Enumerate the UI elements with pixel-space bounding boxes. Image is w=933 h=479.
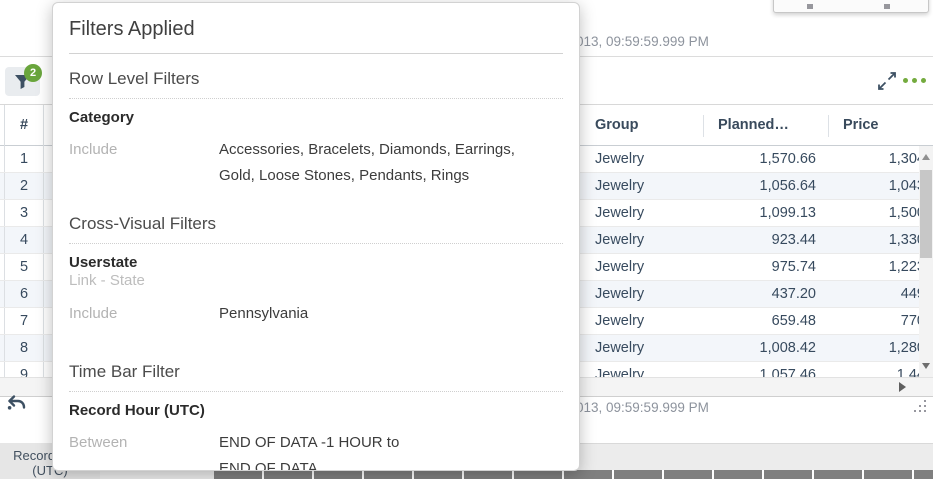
vertical-scrollbar-thumb[interactable]	[920, 170, 932, 258]
filter-operator: Include	[69, 301, 219, 327]
planned-cell: 1,570.66	[690, 146, 816, 172]
app-window: 013, 09:59:59.999 PM 2 # Group Planned… …	[0, 0, 933, 479]
popover-title: Filters Applied	[69, 15, 563, 43]
filter-field-name: Category	[69, 108, 563, 127]
price-cell: 1,223	[830, 254, 919, 280]
ellipsis-icon	[921, 78, 926, 83]
row-index-cell: 6	[4, 281, 44, 307]
undo-button[interactable]	[5, 393, 29, 417]
divider	[69, 391, 563, 392]
price-cell: 1,330	[830, 227, 919, 253]
filter-value: Pennsylvania	[219, 301, 554, 327]
maximize-button[interactable]	[876, 70, 898, 92]
planned-cell: 1,099.13	[690, 200, 816, 226]
row-index-cell: 2	[4, 173, 44, 199]
row-index-cell: 8	[4, 335, 44, 361]
row-index-cell: 4	[4, 227, 44, 253]
divider	[69, 243, 563, 244]
scroll-right-icon[interactable]	[899, 382, 906, 392]
group-cell: Jewelry	[581, 362, 701, 377]
price-cell: 1,043	[830, 173, 919, 199]
group-cell: Jewelry	[581, 308, 701, 334]
scroll-up-icon[interactable]	[922, 154, 930, 160]
price-cell: 1,44	[830, 362, 919, 377]
divider	[69, 98, 563, 99]
row-index-cell: 9	[4, 362, 44, 377]
column-header-group[interactable]: Group	[595, 105, 639, 147]
divider	[69, 53, 563, 54]
filter-operator: Between	[69, 430, 219, 471]
time-range-end-label: 013, 09:59:59.999 PM	[576, 34, 709, 49]
price-cell: 770	[830, 308, 919, 334]
group-cell: Jewelry	[581, 335, 701, 361]
price-cell: 449	[830, 281, 919, 307]
expand-icon	[876, 70, 898, 92]
section-heading-time-bar: Time Bar Filter	[69, 361, 563, 383]
ellipsis-icon	[903, 78, 908, 83]
row-index-cell: 3	[4, 200, 44, 226]
group-cell: Jewelry	[581, 173, 701, 199]
toolbar-fragment	[773, 0, 929, 13]
resize-grip-icon[interactable]	[914, 400, 928, 414]
filter-field-name: Userstate	[69, 253, 563, 272]
group-cell: Jewelry	[581, 254, 701, 280]
column-header-price[interactable]: Price	[843, 105, 878, 147]
planned-cell: 1,056.64	[690, 173, 816, 199]
group-cell: Jewelry	[581, 227, 701, 253]
group-cell: Jewelry	[581, 281, 701, 307]
group-cell: Jewelry	[581, 200, 701, 226]
section-heading-row-level: Row Level Filters	[69, 68, 563, 90]
filter-value: END OF DATA -1 HOUR to END OF DATA	[219, 430, 554, 471]
planned-cell: 1,008.42	[690, 335, 816, 361]
filter-count-badge: 2	[24, 64, 42, 82]
timebar-histogram[interactable]	[214, 470, 933, 479]
filters-applied-popover: Filters Applied Row Level Filters Catego…	[52, 2, 580, 471]
filter-field-subtitle: Link - State	[69, 272, 563, 290]
toolbar-icon-stub	[807, 4, 813, 9]
filter-value: Accessories, Bracelets, Diamonds, Earrin…	[219, 137, 554, 189]
filter-field-name: Record Hour (UTC)	[69, 401, 563, 420]
column-divider	[828, 115, 829, 137]
planned-cell: 975.74	[690, 254, 816, 280]
price-cell: 1,500	[830, 200, 919, 226]
planned-cell: 1,057.46	[690, 362, 816, 377]
planned-cell: 659.48	[690, 308, 816, 334]
more-options-button[interactable]	[902, 75, 930, 87]
planned-cell: 437.20	[690, 281, 816, 307]
undo-icon	[5, 393, 29, 417]
ellipsis-icon	[912, 78, 917, 83]
row-index-cell: 1	[4, 146, 44, 172]
group-cell: Jewelry	[581, 146, 701, 172]
vertical-scrollbar[interactable]	[919, 146, 933, 377]
column-header-planned[interactable]: Planned…	[718, 105, 789, 147]
row-index-cell: 5	[4, 254, 44, 280]
toolbar-icon-stub	[884, 4, 890, 9]
column-header-index[interactable]: #	[4, 105, 44, 147]
row-index-cell: 7	[4, 308, 44, 334]
time-range-end-label: 013, 09:59:59.999 PM	[576, 400, 709, 415]
filter-operator: Include	[69, 137, 219, 189]
price-cell: 1,304	[830, 146, 919, 172]
column-divider	[703, 115, 704, 137]
planned-cell: 923.44	[690, 227, 816, 253]
scroll-down-icon[interactable]	[922, 363, 930, 369]
section-heading-cross-visual: Cross-Visual Filters	[69, 213, 563, 235]
price-cell: 1,280	[830, 335, 919, 361]
